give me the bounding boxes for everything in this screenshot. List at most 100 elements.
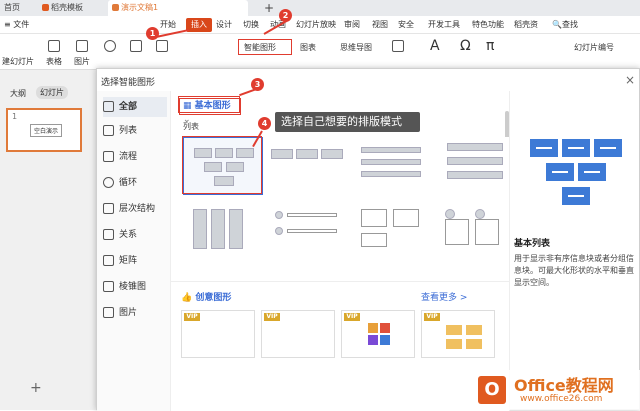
category-list: 全部 列表 流程 循环 层次结构 关系 矩阵 棱锥图 图片 [97, 91, 171, 411]
category-all[interactable]: 全部 [103, 97, 167, 117]
template-boxes[interactable] [351, 203, 431, 261]
search-button[interactable]: 🔍查找 [552, 18, 578, 32]
template-highlight [182, 136, 262, 194]
smartart-grid-icon[interactable] [156, 40, 168, 52]
watermark: O Office教程网 www.office26.com [470, 370, 640, 410]
menu-file-label: 文件 [13, 20, 30, 29]
menu-devtools[interactable]: 开发工具 [428, 18, 460, 32]
menu-docer[interactable]: 稻壳资 [514, 18, 538, 32]
dialog-title: 选择智能图形 [101, 78, 156, 88]
category-cycle[interactable]: 循环 [103, 173, 167, 193]
grid-icon [103, 101, 114, 112]
close-icon[interactable]: × [625, 73, 635, 87]
docer-icon [42, 4, 49, 11]
ribbon-toolbar: 建幻灯片 表格 图片 智能图形 图表 思维导图 A Ω π 幻灯片编号 [0, 34, 640, 70]
template-horizontal-bullets[interactable] [267, 137, 347, 195]
new-tab-button[interactable]: + [260, 0, 274, 16]
menu-insert[interactable]: 插入 [186, 18, 212, 32]
cycle-icon [103, 177, 114, 188]
template-bullet-rows[interactable] [267, 203, 347, 261]
template-row3-4[interactable] [435, 267, 515, 279]
tab-home[interactable]: 首页 [0, 0, 36, 16]
category-hierarchy-label: 层次结构 [119, 204, 156, 214]
tab-presentation-label: 演示文稿1 [121, 3, 159, 12]
vip-badge: VIP [424, 313, 440, 321]
list-icon [103, 125, 114, 136]
watermark-text: Office教程网 [514, 376, 614, 395]
template-row3-3[interactable] [351, 267, 431, 279]
slide-thumbnail[interactable]: 1 空白演示 [6, 108, 82, 152]
menu-home[interactable]: 开始 [160, 18, 176, 32]
creative-template-4[interactable]: VIP [421, 310, 495, 358]
preview-name: 基本列表 [514, 239, 551, 249]
category-all-label: 全部 [119, 102, 138, 112]
menu-view[interactable]: 视图 [372, 18, 388, 32]
template-row3-2[interactable] [267, 267, 347, 279]
template-row3-1[interactable] [183, 267, 263, 279]
instruction-callout: 选择自己想要的排版模式 [275, 112, 420, 132]
omega-symbol-icon[interactable]: Ω [460, 38, 471, 54]
tab-template-label: 稻壳模板 [51, 3, 83, 12]
mindmap-button[interactable]: 思维导图 [340, 42, 372, 53]
shape-icon[interactable] [104, 40, 116, 52]
process-icon [103, 151, 114, 162]
thumbs-up-icon: 👍 [181, 293, 193, 303]
creative-template-3[interactable]: VIP [341, 310, 415, 358]
wordart-icon[interactable]: A [430, 38, 440, 54]
watermark-url: www.office26.com [520, 394, 603, 404]
chart-button[interactable]: 图表 [300, 42, 316, 53]
smartart-button[interactable]: 智能图形 [244, 42, 276, 53]
category-matrix[interactable]: 矩阵 [103, 251, 167, 271]
menu-review[interactable]: 审阅 [344, 18, 360, 32]
category-pyramid[interactable]: 棱锥图 [103, 277, 167, 297]
browser-tab-bar: 首页 稻壳模板 演示文稿1 + [0, 0, 640, 16]
preview-image [530, 111, 624, 205]
slide-thumb-text: 空白演示 [30, 124, 63, 137]
menu-bar: ≡ 文件 开始 插入 设计 切换 动画 幻灯片放映 审阅 视图 安全 开发工具 … [0, 16, 640, 34]
vip-badge: VIP [184, 313, 200, 321]
search-label: 查找 [561, 20, 578, 29]
template-column-list[interactable] [183, 203, 263, 261]
slides-tab[interactable]: 幻灯片 [36, 86, 68, 99]
table-icon[interactable] [48, 40, 60, 52]
creative-template-1[interactable]: VIP [181, 310, 255, 358]
template-vertical-list[interactable] [435, 137, 515, 195]
menu-transition[interactable]: 切换 [243, 18, 259, 32]
preview-panel: 基本列表 用于显示非有序信息块或者分组信息块。可最大化形状的水平和垂直显示空间。 [509, 91, 640, 411]
slide-number-button[interactable]: 幻灯片编号 [574, 42, 614, 53]
menu-security[interactable]: 安全 [398, 18, 414, 32]
menu-slideshow[interactable]: 幻灯片放映 [296, 18, 336, 32]
menu-file[interactable]: ≡ 文件 [4, 18, 29, 32]
hierarchy-icon [103, 203, 114, 214]
category-hierarchy[interactable]: 层次结构 [103, 199, 167, 219]
new-slide-button[interactable]: 建幻灯片 [2, 56, 34, 67]
creative-section: 👍 创意图形 查看更多 > VIP VIP VIP VIP [171, 281, 509, 411]
tab-template[interactable]: 稻壳模板 [38, 0, 100, 16]
icon-library-icon[interactable] [130, 40, 142, 52]
category-picture[interactable]: 图片 [103, 303, 167, 323]
template-stacked-list[interactable] [351, 137, 431, 195]
pi-equation-icon[interactable]: π [486, 38, 494, 54]
outline-tab[interactable]: 大纲 [10, 88, 26, 99]
office-logo-icon: O [478, 376, 506, 404]
creative-title: 👍 创意图形 [181, 290, 231, 303]
category-process[interactable]: 流程 [103, 147, 167, 167]
category-relationship[interactable]: 关系 [103, 225, 167, 245]
view-more-link[interactable]: 查看更多 > [421, 290, 467, 303]
menu-design[interactable]: 设计 [216, 18, 232, 32]
picture-icon[interactable] [76, 40, 88, 52]
textbox-icon[interactable] [392, 40, 404, 52]
template-circle-boxes[interactable] [435, 203, 515, 261]
preview-description: 用于显示非有序信息块或者分组信息块。可最大化形状的水平和垂直显示空间。 [514, 254, 634, 287]
menu-features[interactable]: 特色功能 [472, 18, 504, 32]
category-list-label: 列表 [119, 126, 138, 136]
picture-label: 图片 [74, 57, 90, 66]
category-list-item[interactable]: 列表 [103, 121, 167, 141]
add-slide-button[interactable]: + [30, 380, 42, 396]
tab-presentation[interactable]: 演示文稿1 [108, 0, 248, 16]
dropdown-highlight [178, 96, 240, 113]
vip-badge: VIP [264, 313, 280, 321]
matrix-icon [103, 255, 114, 266]
creative-title-label: 创意图形 [195, 293, 232, 303]
creative-template-2[interactable]: VIP [261, 310, 335, 358]
